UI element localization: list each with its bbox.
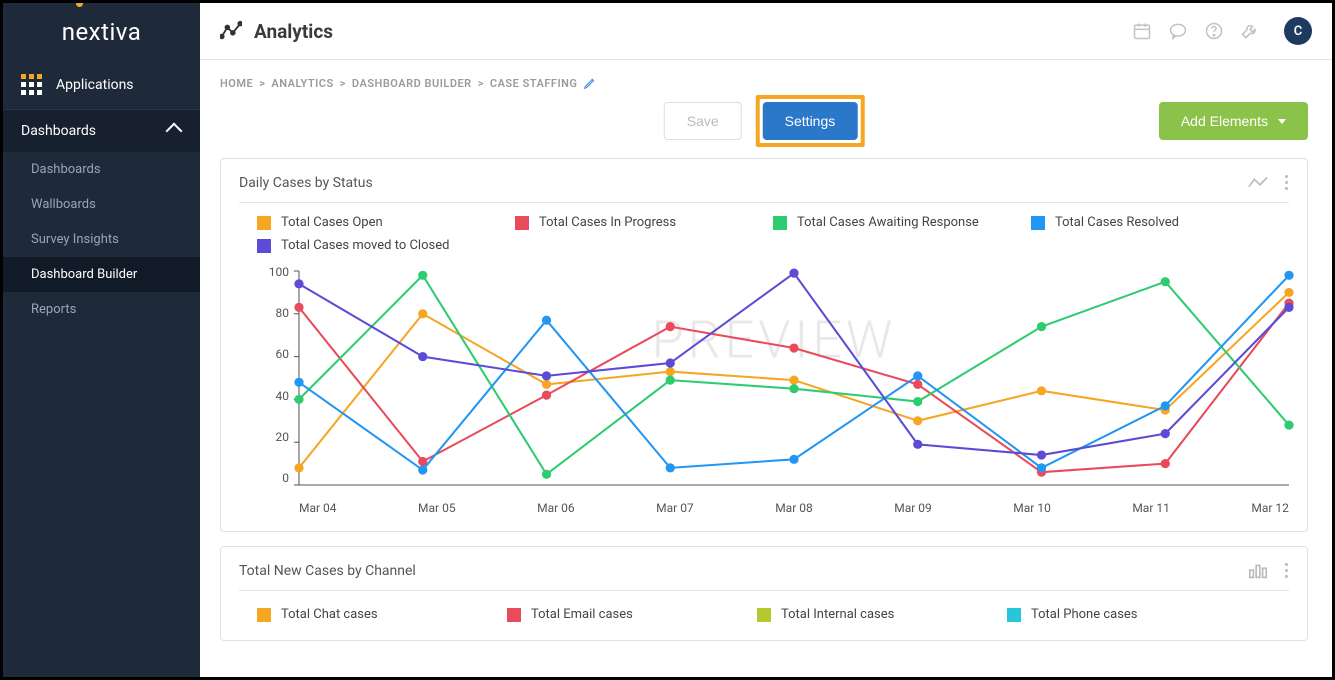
- breadcrumb-analytics[interactable]: ANALYTICS: [271, 77, 333, 90]
- sidebar-item-dashboards[interactable]: Dashboards: [3, 152, 200, 187]
- legend-swatch-icon: [257, 216, 271, 230]
- panel-menu-icon[interactable]: [1281, 171, 1289, 194]
- bar-chart-icon[interactable]: [1247, 563, 1269, 579]
- main: Analytics C HOME > ANALYTICS > DASHB: [200, 3, 1332, 677]
- sidebar-item-wallboards[interactable]: Wallboards: [3, 187, 200, 222]
- sidebar-section-label: Dashboards: [21, 123, 96, 139]
- breadcrumb: HOME > ANALYTICS > DASHBOARD BUILDER > C…: [200, 60, 1328, 96]
- help-icon[interactable]: [1202, 19, 1226, 43]
- breadcrumb-home[interactable]: HOME: [220, 77, 253, 90]
- action-row: Save Settings Add Elements: [200, 96, 1328, 158]
- wrench-icon[interactable]: [1238, 19, 1262, 43]
- brand-logo: nextiva: [3, 3, 200, 60]
- panel-title: Total New Cases by Channel: [239, 563, 416, 579]
- legend-item[interactable]: Total Cases Open: [257, 215, 515, 230]
- legend-swatch-icon: [515, 216, 529, 230]
- avatar[interactable]: C: [1284, 17, 1312, 45]
- legend-item[interactable]: Total Chat cases: [257, 607, 507, 622]
- panel-title: Daily Cases by Status: [239, 175, 373, 191]
- caret-down-icon: [1278, 119, 1286, 124]
- sidebar-item-reports[interactable]: Reports: [3, 292, 200, 327]
- legend-item[interactable]: Total Phone cases: [1007, 607, 1257, 622]
- analytics-icon: [220, 20, 242, 42]
- chat-icon[interactable]: [1166, 19, 1190, 43]
- applications-menu[interactable]: Applications: [3, 60, 200, 110]
- add-elements-button[interactable]: Add Elements: [1159, 102, 1308, 140]
- legend: Total Cases Open Total Cases In Progress…: [239, 213, 1289, 259]
- panel-new-cases: Total New Cases by Channel Total Chat ca…: [220, 546, 1308, 641]
- breadcrumb-current: CASE STAFFING: [490, 77, 578, 90]
- chevron-up-icon: [166, 123, 183, 140]
- legend-swatch-icon: [1031, 216, 1045, 230]
- sidebar: nextiva Applications Dashboards Dashboar…: [3, 3, 200, 677]
- settings-button[interactable]: Settings: [763, 102, 858, 140]
- breadcrumb-builder[interactable]: DASHBOARD BUILDER: [352, 77, 472, 90]
- legend-item[interactable]: Total Cases Resolved: [1031, 215, 1289, 230]
- add-elements-label: Add Elements: [1181, 113, 1268, 129]
- apps-grid-icon: [21, 74, 42, 95]
- brand-dot-icon: [76, 3, 83, 7]
- legend-swatch-icon: [257, 239, 271, 253]
- legend-swatch-icon: [757, 608, 771, 622]
- legend-swatch-icon: [257, 608, 271, 622]
- line-chart-icon[interactable]: [1247, 175, 1269, 191]
- legend-item[interactable]: Total Internal cases: [757, 607, 1007, 622]
- brand-text: nextiva: [62, 18, 142, 46]
- y-axis: 100 80 60 40 20 0: [259, 265, 295, 485]
- calendar-icon[interactable]: [1130, 19, 1154, 43]
- applications-label: Applications: [56, 77, 134, 93]
- legend-swatch-icon: [773, 216, 787, 230]
- save-button[interactable]: Save: [664, 102, 742, 140]
- settings-highlight: Settings: [756, 95, 865, 147]
- sidebar-section-dashboards[interactable]: Dashboards: [3, 110, 200, 152]
- legend-swatch-icon: [507, 608, 521, 622]
- x-axis: Mar 04 Mar 05 Mar 06 Mar 07 Mar 08 Mar 0…: [299, 501, 1289, 515]
- panel-menu-icon[interactable]: [1281, 559, 1289, 582]
- panel-daily-cases: Daily Cases by Status Total Cases Open T…: [220, 158, 1308, 532]
- sidebar-item-dashboard-builder[interactable]: Dashboard Builder: [3, 257, 200, 292]
- legend: Total Chat cases Total Email cases Total…: [239, 601, 1289, 624]
- legend-item[interactable]: Total Cases moved to Closed: [257, 238, 515, 253]
- legend-item[interactable]: Total Cases Awaiting Response: [773, 215, 1031, 230]
- chart-area: PREVIEW 100 80 60 40 20 0 Mar 04 Mar: [259, 265, 1289, 515]
- legend-item[interactable]: Total Cases In Progress: [515, 215, 773, 230]
- topbar: Analytics C: [200, 3, 1332, 60]
- plot: [299, 271, 1289, 485]
- sidebar-item-survey-insights[interactable]: Survey Insights: [3, 222, 200, 257]
- legend-swatch-icon: [1007, 608, 1021, 622]
- content-scroll[interactable]: HOME > ANALYTICS > DASHBOARD BUILDER > C…: [200, 60, 1332, 677]
- legend-item[interactable]: Total Email cases: [507, 607, 757, 622]
- pencil-icon[interactable]: [583, 76, 597, 90]
- page-title: Analytics: [254, 20, 333, 43]
